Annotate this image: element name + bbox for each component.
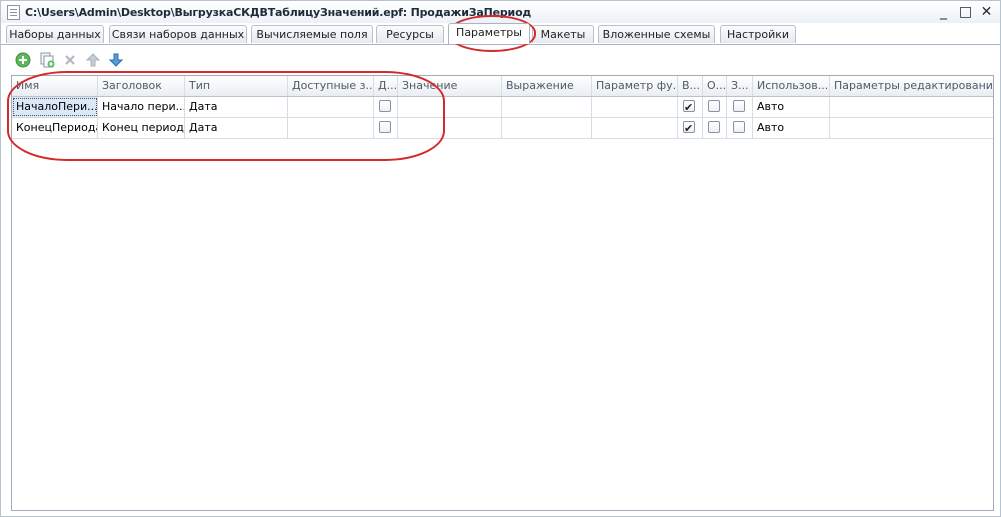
tab-layouts[interactable]: Макеты: [532, 25, 594, 43]
cell-limit: [703, 118, 727, 138]
cell-fill: [727, 97, 753, 117]
copy-icon[interactable]: [39, 52, 55, 68]
fill-checkbox[interactable]: [733, 121, 745, 133]
cell-expression[interactable]: [502, 97, 592, 117]
column-header-limit[interactable]: О...: [703, 76, 727, 96]
limit-checkbox[interactable]: [708, 121, 720, 133]
cell-expression[interactable]: [502, 118, 592, 138]
fill-checkbox[interactable]: [733, 100, 745, 112]
limit-checkbox[interactable]: [708, 100, 720, 112]
tab-resources[interactable]: Ресурсы: [376, 25, 444, 43]
include-checkbox[interactable]: [683, 98, 695, 117]
toolbar: [1, 49, 1000, 71]
cell-include: [678, 97, 703, 117]
column-header-fill[interactable]: З...: [727, 76, 753, 96]
maximize-button[interactable]: □: [957, 4, 974, 20]
column-header-func-param[interactable]: Параметр фу...: [592, 76, 678, 96]
tab-nested-schemas[interactable]: Вложенные схемы: [598, 25, 715, 43]
tab-calculated-fields[interactable]: Вычисляемые поля: [251, 25, 373, 43]
cell-limit: [703, 97, 727, 117]
move-down-icon[interactable]: [108, 52, 124, 68]
cell-func-param[interactable]: [592, 97, 678, 117]
minimize-button[interactable]: _: [935, 4, 952, 20]
column-header-edit-params[interactable]: Параметры редактирования: [830, 76, 993, 96]
tab-settings[interactable]: Настройки: [720, 25, 796, 43]
column-header-include[interactable]: В...: [678, 76, 703, 96]
tab-bar: Наборы данных Связи наборов данных Вычис…: [1, 23, 1000, 45]
column-header-use[interactable]: Использов...: [753, 76, 830, 96]
tab-data-set-links[interactable]: Связи наборов данных: [109, 25, 247, 43]
move-up-icon[interactable]: [85, 52, 101, 68]
annotation-ellipse-rows: [7, 71, 445, 161]
cell-edit-params[interactable]: [830, 97, 993, 117]
cell-func-param[interactable]: [592, 118, 678, 138]
cell-edit-params[interactable]: [830, 118, 993, 138]
add-icon[interactable]: [15, 52, 31, 68]
document-icon: [7, 5, 20, 20]
include-checkbox[interactable]: [683, 119, 695, 138]
tab-parameters[interactable]: Параметры: [448, 23, 530, 44]
cell-include: [678, 118, 703, 138]
cell-fill: [727, 118, 753, 138]
column-header-expression[interactable]: Выражение: [502, 76, 592, 96]
close-button[interactable]: ✕: [978, 4, 995, 20]
app-window: C:\Users\Admin\Desktop\ВыгрузкаСКДВТабли…: [0, 0, 1001, 517]
cell-use[interactable]: Авто: [753, 97, 830, 117]
window-title: C:\Users\Admin\Desktop\ВыгрузкаСКДВТабли…: [25, 6, 532, 19]
tab-data-sets[interactable]: Наборы данных: [6, 25, 104, 43]
cell-use[interactable]: Авто: [753, 118, 830, 138]
delete-icon[interactable]: [62, 52, 78, 68]
